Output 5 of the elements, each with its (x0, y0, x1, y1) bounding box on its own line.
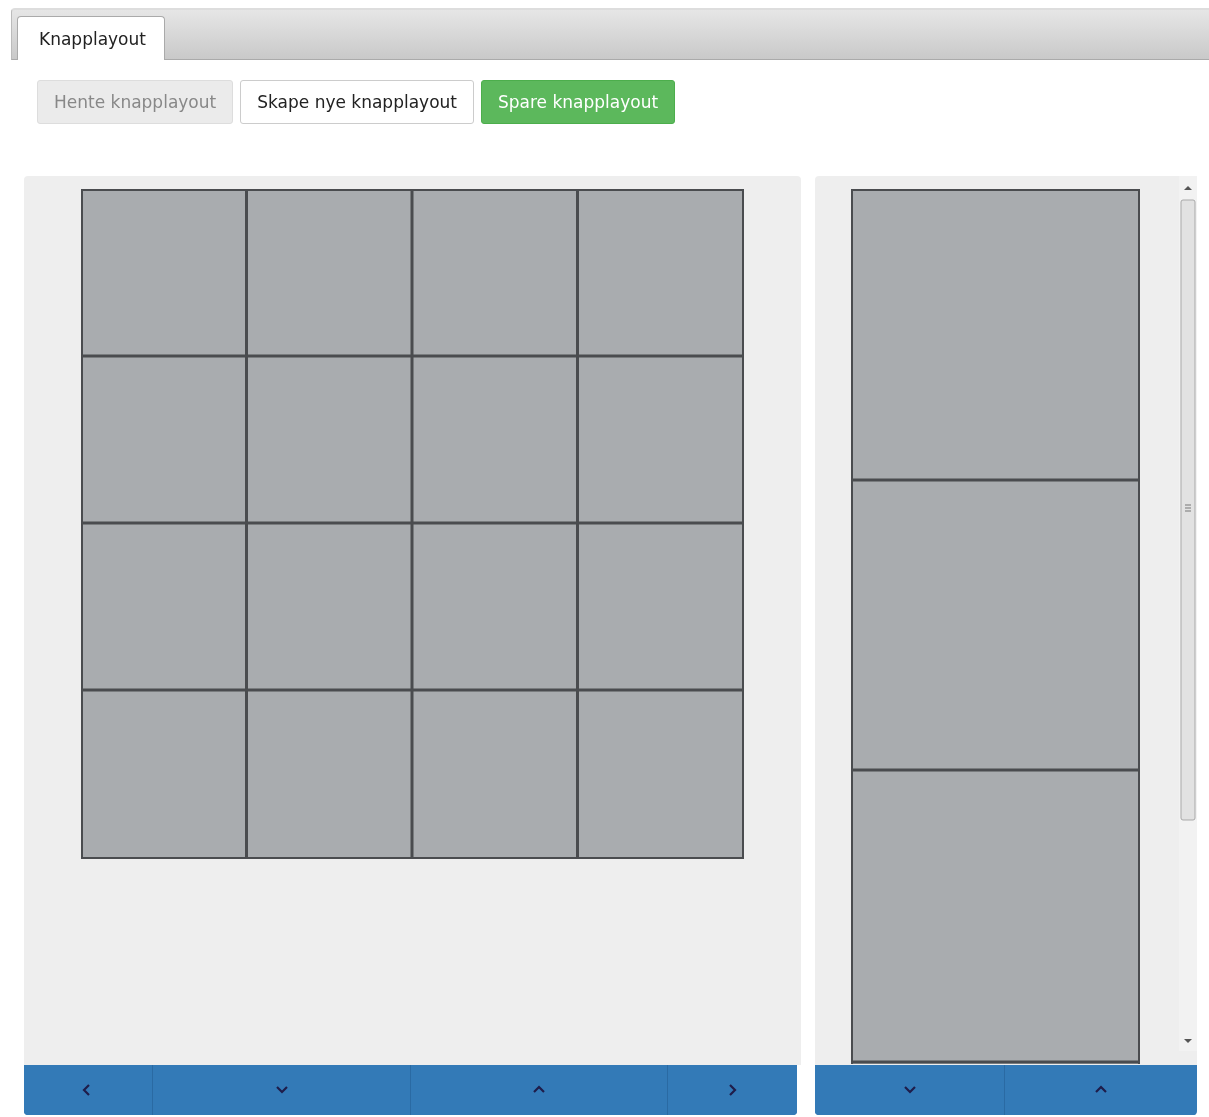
tab[interactable]: Knapplayout (17, 16, 165, 60)
nav-button[interactable] (815, 1065, 1005, 1115)
scrollbar[interactable] (1179, 176, 1197, 1051)
toolbar-button[interactable]: Skape nye knapplayout (240, 80, 474, 124)
nav-button[interactable] (24, 1065, 153, 1115)
